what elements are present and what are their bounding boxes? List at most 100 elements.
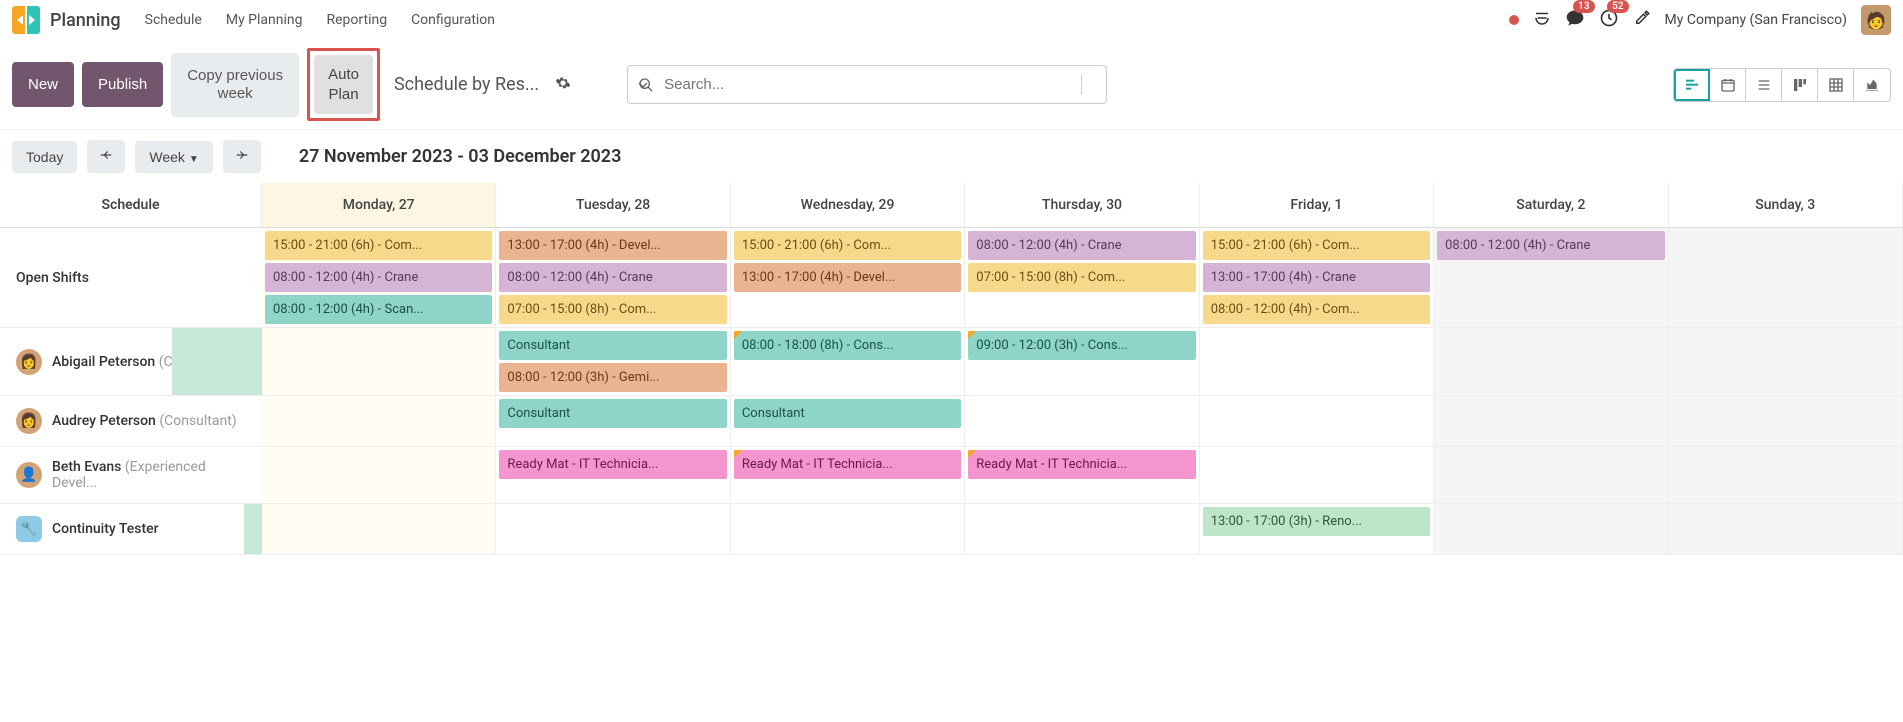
row-name: Audrey Peterson xyxy=(52,413,156,429)
arrow-left-icon xyxy=(99,148,113,162)
shift-block[interactable]: 08:00 - 12:00 (4h) - Crane xyxy=(968,231,1195,260)
gantt-cell[interactable]: 08:00 - 18:00 (8h) - Cons... xyxy=(731,328,965,395)
gear-icon[interactable] xyxy=(555,75,571,95)
gantt-cell[interactable]: Consultant 08:00 - 12:00 (3h) - Gemi... xyxy=(496,328,730,395)
shift-block[interactable]: Consultant xyxy=(734,399,961,428)
gantt-cell[interactable] xyxy=(1669,396,1903,446)
span-button[interactable]: Week▼ xyxy=(135,141,212,173)
view-gantt-button[interactable] xyxy=(1674,69,1710,101)
today-button[interactable]: Today xyxy=(12,141,77,173)
shift-block[interactable]: 13:00 - 17:00 (3h) - Reno... xyxy=(1203,507,1430,536)
gantt-cell[interactable]: Consultant xyxy=(496,396,730,446)
gantt-cell[interactable]: 08:00 - 12:00 (4h) - Crane 07:00 - 15:00 … xyxy=(965,228,1199,327)
gantt-cell[interactable]: Ready Mat - IT Technicia... xyxy=(731,447,965,503)
messages-icon[interactable]: 13 xyxy=(1565,8,1585,33)
gantt-cell[interactable] xyxy=(1200,447,1434,503)
day-header: Friday, 1 xyxy=(1200,183,1434,227)
shift-block[interactable]: Ready Mat - IT Technicia... xyxy=(734,450,961,479)
tools-icon[interactable] xyxy=(1633,9,1651,32)
date-range: 27 November 2023 - 03 December 2023 xyxy=(299,146,622,167)
prev-button[interactable] xyxy=(87,140,125,173)
user-avatar[interactable]: 🧑 xyxy=(1861,5,1891,35)
company-name[interactable]: My Company (San Francisco) xyxy=(1665,12,1847,28)
gantt-cell[interactable] xyxy=(1434,396,1668,446)
gantt-cell[interactable] xyxy=(1434,328,1668,395)
nav-schedule[interactable]: Schedule xyxy=(145,12,202,28)
new-button[interactable]: New xyxy=(12,62,74,107)
shift-block[interactable]: 08:00 - 12:00 (4h) - Crane xyxy=(1437,231,1664,260)
gantt-cell[interactable]: 15:00 - 21:00 (6h) - Com... 08:00 - 12:00… xyxy=(262,228,496,327)
shift-block[interactable]: 08:00 - 12:00 (4h) - Crane xyxy=(499,263,726,292)
gantt-row: Open Shifts15:00 - 21:00 (6h) - Com...08… xyxy=(0,228,1903,328)
activities-icon[interactable]: 52 xyxy=(1599,8,1619,33)
auto-plan-button[interactable]: Auto Plan xyxy=(314,55,373,114)
tray-icon[interactable] xyxy=(1533,9,1551,32)
gantt-cell[interactable] xyxy=(731,504,965,554)
day-header: Saturday, 2 xyxy=(1434,183,1668,227)
gantt-cell[interactable] xyxy=(496,504,730,554)
gantt-cell[interactable] xyxy=(965,396,1199,446)
shift-block[interactable]: 07:00 - 15:00 (8h) - Com... xyxy=(968,263,1195,292)
nav-reporting[interactable]: Reporting xyxy=(327,12,388,28)
gantt-cell[interactable] xyxy=(262,396,496,446)
main-nav: Schedule My Planning Reporting Configura… xyxy=(145,12,495,28)
gantt-cell[interactable] xyxy=(1200,396,1434,446)
shift-block[interactable]: 07:00 - 15:00 (8h) - Com... xyxy=(499,295,726,324)
gantt-cell[interactable]: 08:00 - 12:00 (4h) - Crane xyxy=(1434,228,1668,327)
shift-block[interactable]: 09:00 - 12:00 (3h) - Cons... xyxy=(968,331,1195,360)
shift-block[interactable]: 13:00 - 17:00 (4h) - Devel... xyxy=(499,231,726,260)
shift-block[interactable]: 08:00 - 12:00 (3h) - Gemi... xyxy=(499,363,726,392)
gantt-cell[interactable]: Ready Mat - IT Technicia... xyxy=(496,447,730,503)
status-dot-icon[interactable] xyxy=(1509,15,1519,25)
gantt-cell[interactable]: Ready Mat - IT Technicia... xyxy=(965,447,1199,503)
gantt-cell[interactable] xyxy=(1200,328,1434,395)
gantt-cell[interactable]: 15:00 - 21:00 (6h) - Com... 13:00 - 17:00… xyxy=(731,228,965,327)
shift-block[interactable]: 08:00 - 12:00 (4h) - Crane xyxy=(265,263,492,292)
shift-block[interactable]: Ready Mat - IT Technicia... xyxy=(968,450,1195,479)
shift-block[interactable]: 15:00 - 21:00 (6h) - Com... xyxy=(1203,231,1430,260)
nav-my-planning[interactable]: My Planning xyxy=(226,12,303,28)
search-wrap xyxy=(627,65,1107,104)
row-role: (Consultant) xyxy=(156,413,237,429)
row-label: 🔧Continuity Tester xyxy=(0,504,262,554)
nav-configuration[interactable]: Configuration xyxy=(411,12,495,28)
row-name: Abigail Peterson xyxy=(52,354,155,370)
gantt-cell[interactable]: 09:00 - 12:00 (3h) - Cons... xyxy=(965,328,1199,395)
gantt-cell[interactable] xyxy=(262,328,496,395)
shift-block[interactable]: 13:00 - 17:00 (4h) - Devel... xyxy=(734,263,961,292)
view-pivot-button[interactable] xyxy=(1818,69,1854,101)
publish-button[interactable]: Publish xyxy=(82,62,163,107)
shift-block[interactable]: Ready Mat - IT Technicia... xyxy=(499,450,726,479)
shift-block[interactable]: Consultant xyxy=(499,399,726,428)
next-button[interactable] xyxy=(223,140,261,173)
shift-block[interactable]: 08:00 - 12:00 (4h) - Com... xyxy=(1203,295,1430,324)
shift-block[interactable]: Consultant xyxy=(499,331,726,360)
view-list-button[interactable] xyxy=(1746,69,1782,101)
view-graph-button[interactable] xyxy=(1854,69,1890,101)
shift-block[interactable]: 15:00 - 21:00 (6h) - Com... xyxy=(265,231,492,260)
copy-previous-week-button[interactable]: Copy previous week xyxy=(171,53,299,117)
search-dropdown[interactable] xyxy=(1081,75,1106,95)
gantt-cell[interactable]: 15:00 - 21:00 (6h) - Com... 13:00 - 17:00… xyxy=(1200,228,1434,327)
shift-block[interactable]: 08:00 - 12:00 (4h) - Scan... xyxy=(265,295,492,324)
gantt-cell[interactable] xyxy=(1669,504,1903,554)
gantt-cell[interactable] xyxy=(1434,447,1668,503)
gantt-cell[interactable] xyxy=(262,447,496,503)
gantt-cell[interactable] xyxy=(1434,504,1668,554)
day-header: Monday, 27 xyxy=(262,183,496,227)
shift-block[interactable]: 08:00 - 18:00 (8h) - Cons... xyxy=(734,331,961,360)
search-input[interactable] xyxy=(628,66,1081,103)
gantt-cell[interactable] xyxy=(262,504,496,554)
gantt-cell[interactable] xyxy=(1669,447,1903,503)
gantt-cell[interactable] xyxy=(1669,328,1903,395)
gantt-cell[interactable] xyxy=(965,504,1199,554)
shift-block[interactable]: 13:00 - 17:00 (4h) - Crane xyxy=(1203,263,1430,292)
toolbar: New Publish Copy previous week Auto Plan… xyxy=(0,40,1903,129)
view-kanban-button[interactable] xyxy=(1782,69,1818,101)
view-calendar-button[interactable] xyxy=(1710,69,1746,101)
shift-block[interactable]: 15:00 - 21:00 (6h) - Com... xyxy=(734,231,961,260)
gantt-cell[interactable]: 13:00 - 17:00 (3h) - Reno... xyxy=(1200,504,1434,554)
gantt-cell[interactable] xyxy=(1669,228,1903,327)
gantt-cell[interactable]: Consultant xyxy=(731,396,965,446)
gantt-cell[interactable]: 13:00 - 17:00 (4h) - Devel... 08:00 - 12:… xyxy=(496,228,730,327)
